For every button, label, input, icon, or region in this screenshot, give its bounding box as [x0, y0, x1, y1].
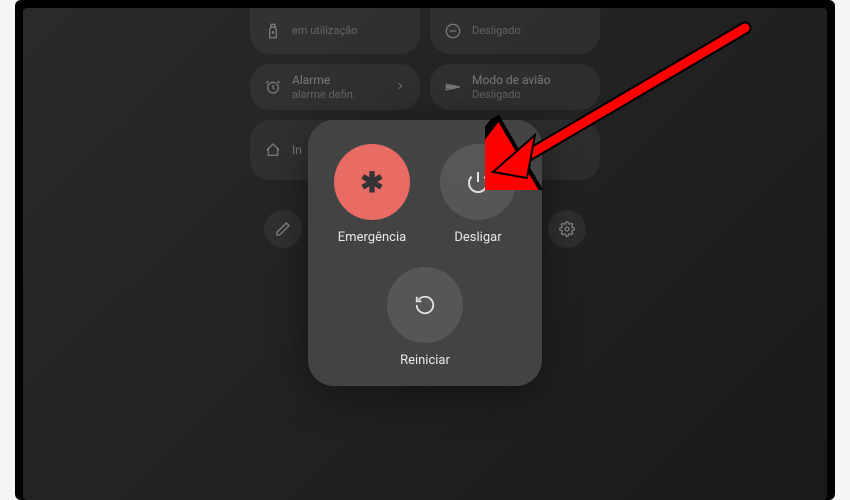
- emergency-circle: ✱: [334, 144, 410, 220]
- power-icon: [466, 170, 490, 194]
- tile-flashlight-sub: em utilização: [292, 24, 357, 37]
- power-restart[interactable]: Reiniciar: [387, 267, 463, 368]
- tile-alarm-text: Alarme alarme defin.: [292, 73, 356, 101]
- tile-row-2: Alarme alarme defin. Modo de avião Desli…: [245, 64, 605, 110]
- airplane-icon: [444, 78, 462, 96]
- pencil-icon: [275, 221, 291, 237]
- asterisk-icon: ✱: [360, 166, 383, 199]
- tile-alarm[interactable]: Alarme alarme defin.: [250, 64, 420, 110]
- tile-flashlight[interactable]: em utilização: [250, 8, 420, 54]
- gear-icon: [559, 221, 575, 237]
- tile-airplane-title: Modo de avião: [472, 73, 551, 87]
- tile-row-1: em utilização Desligado: [245, 8, 605, 54]
- settings-button[interactable]: [548, 210, 586, 248]
- tile-home-title: In: [292, 143, 302, 157]
- power-off-circle: [440, 144, 516, 220]
- tile-alarm-sub: alarme defin.: [292, 88, 356, 101]
- edit-button[interactable]: [264, 210, 302, 248]
- screen: em utilização Desligado: [23, 8, 827, 500]
- tile-home-text: In: [292, 143, 302, 157]
- power-menu-dialog: ✱ Emergência Desligar Reiniciar: [308, 120, 542, 386]
- tile-airplane-sub: Desligado: [472, 88, 551, 101]
- tile-dnd-sub: Desligado: [472, 24, 521, 37]
- tile-dnd[interactable]: Desligado: [430, 8, 600, 54]
- home-icon: [264, 141, 282, 159]
- power-emergency[interactable]: ✱ Emergência: [334, 144, 410, 245]
- tile-dnd-text: Desligado: [472, 24, 521, 37]
- emergency-label: Emergência: [338, 230, 406, 245]
- power-off[interactable]: Desligar: [440, 144, 516, 245]
- chevron-right-icon: [394, 80, 406, 95]
- restart-circle: [387, 267, 463, 343]
- device-frame: em utilização Desligado: [15, 0, 835, 500]
- restart-label: Reiniciar: [400, 353, 450, 368]
- alarm-icon: [264, 78, 282, 96]
- tile-airplane[interactable]: Modo de avião Desligado: [430, 64, 600, 110]
- dnd-icon: [444, 22, 462, 40]
- tile-flashlight-text: em utilização: [292, 24, 357, 37]
- restart-icon: [414, 294, 436, 316]
- tile-airplane-text: Modo de avião Desligado: [472, 73, 551, 101]
- flashlight-icon: [264, 22, 282, 40]
- power-off-label: Desligar: [454, 230, 501, 245]
- tile-alarm-title: Alarme: [292, 73, 356, 87]
